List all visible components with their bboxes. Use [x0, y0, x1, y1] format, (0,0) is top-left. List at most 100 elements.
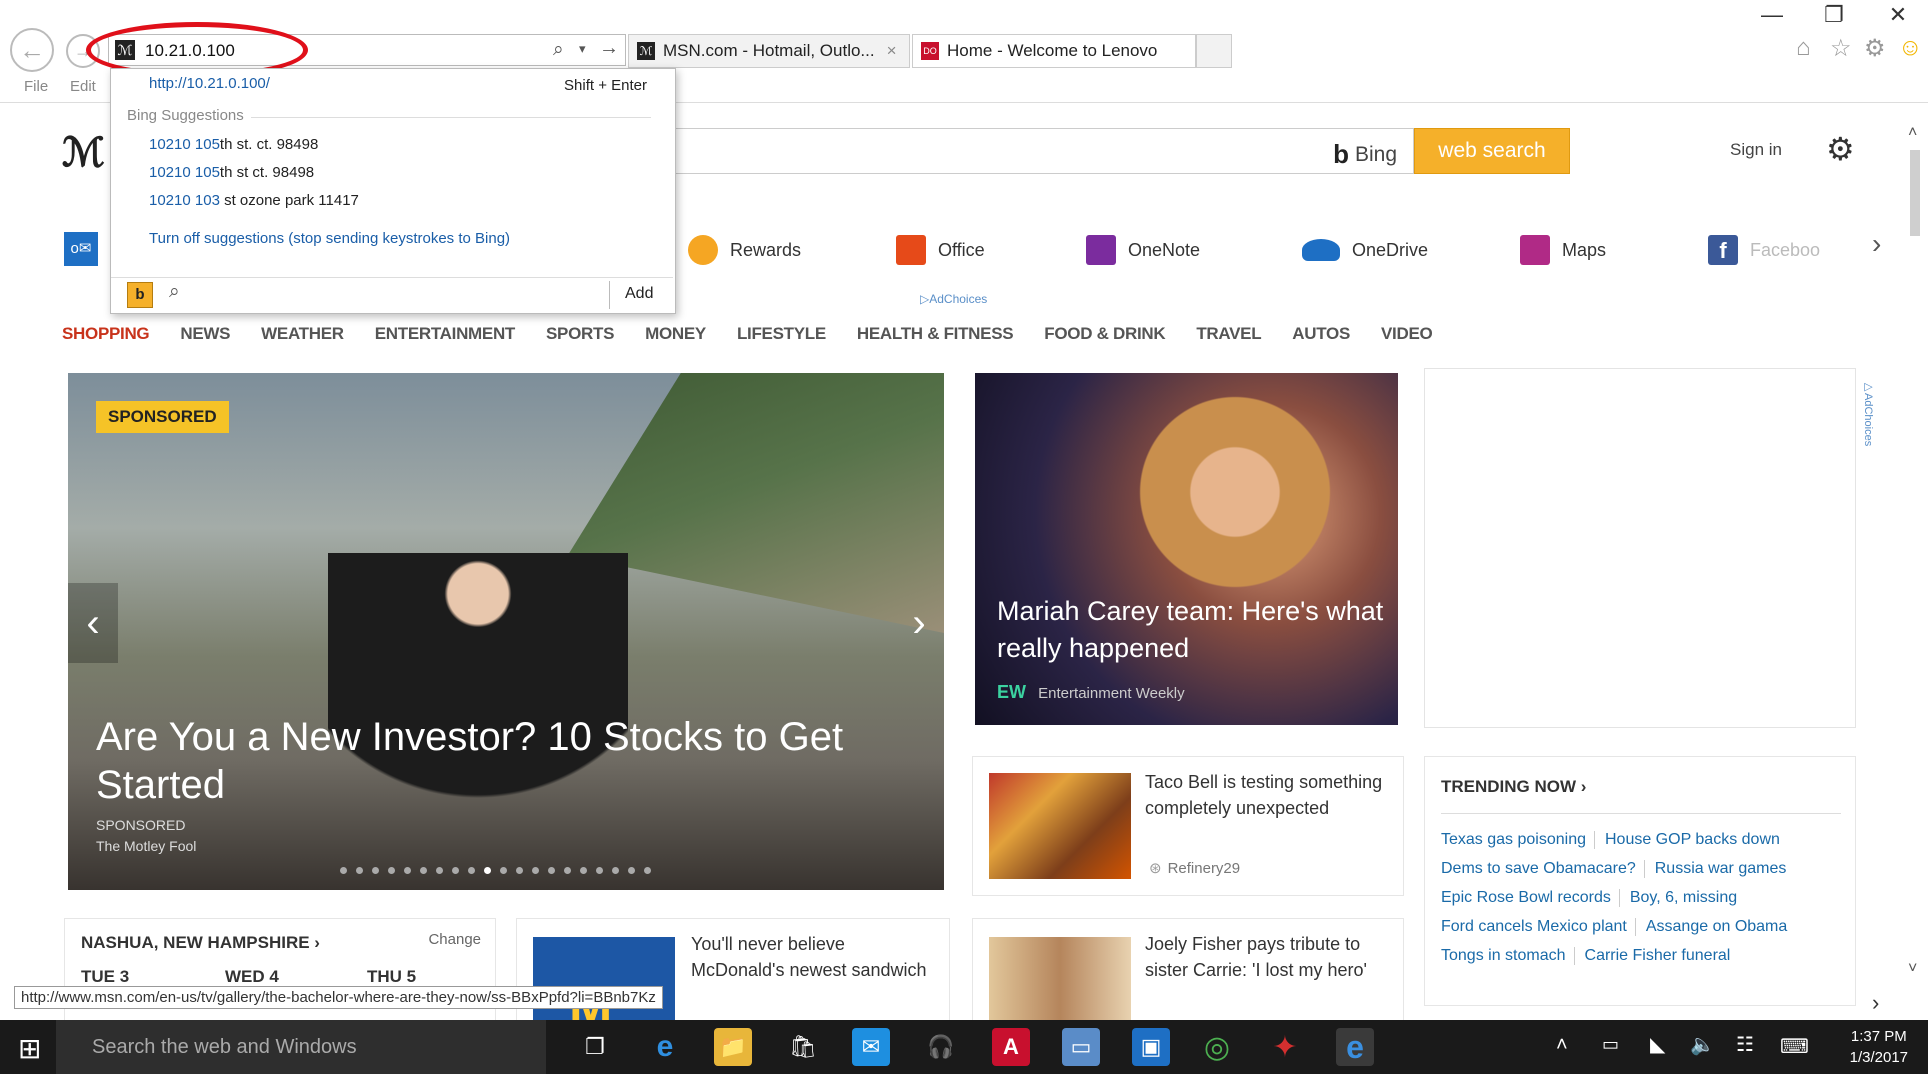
action-center-icon[interactable]: ☷: [1736, 1032, 1754, 1057]
slide-dot[interactable]: [628, 867, 635, 874]
trending-link[interactable]: Texas gas poisoning: [1441, 831, 1586, 849]
scroll-down-icon[interactable]: ˅: [1908, 960, 1917, 978]
trending-link[interactable]: Ford cancels Mexico plant: [1441, 918, 1627, 936]
red-star-app-icon[interactable]: ✦: [1266, 1028, 1304, 1066]
msn-logo-icon[interactable]: ℳ: [62, 130, 105, 176]
slide-dot[interactable]: [420, 867, 427, 874]
remote-desktop-icon[interactable]: ▭: [1062, 1028, 1100, 1066]
slide-dot[interactable]: [340, 867, 347, 874]
trending-link[interactable]: Boy, 6, missing: [1618, 888, 1737, 907]
news-card-headline[interactable]: Joely Fisher pays tribute to sister Carr…: [1145, 931, 1385, 983]
taskbar-clock[interactable]: 1:37 PM 1/3/2017: [1850, 1026, 1908, 1068]
sign-in-link[interactable]: Sign in: [1730, 140, 1782, 160]
feature-headline[interactable]: Mariah Carey team: Here's what really ha…: [997, 593, 1387, 667]
go-arrow-icon[interactable]: →: [599, 37, 619, 60]
hero-headline[interactable]: Are You a New Investor? 10 Stocks to Get…: [96, 713, 856, 809]
settings-gear-icon[interactable]: ⚙: [1864, 34, 1886, 63]
slide-dot[interactable]: [644, 867, 651, 874]
tab-close-icon[interactable]: ×: [887, 41, 897, 61]
scroll-right-icon[interactable]: ›: [1872, 990, 1879, 1016]
category-health-fitness[interactable]: HEALTH & FITNESS: [857, 324, 1014, 350]
restore-button[interactable]: ❐: [1814, 2, 1854, 28]
hero-slideshow[interactable]: SPONSORED ‹ › Are You a New Investor? 10…: [68, 373, 944, 890]
volume-icon[interactable]: 🔈: [1690, 1032, 1715, 1057]
hero-prev-arrow-icon[interactable]: ‹: [68, 583, 118, 663]
hero-next-arrow-icon[interactable]: ›: [894, 583, 944, 663]
tray-chevron-icon[interactable]: ˄: [1556, 1034, 1568, 1057]
dropdown-arrow-icon[interactable]: ▾: [579, 41, 586, 57]
file-explorer-icon[interactable]: 📁: [714, 1028, 752, 1066]
slide-dot[interactable]: [468, 867, 475, 874]
favorites-star-icon[interactable]: ☆: [1830, 34, 1852, 63]
quicklink-onedrive[interactable]: OneDrive: [1302, 232, 1428, 268]
quicklink-rewards[interactable]: Rewards: [688, 232, 801, 268]
tab-msn[interactable]: ℳ MSN.com - Hotmail, Outlo... ×: [628, 34, 910, 68]
slide-dot[interactable]: [500, 867, 507, 874]
news-card[interactable]: M You'll never believe McDonald's newest…: [516, 918, 950, 1047]
category-autos[interactable]: AUTOS: [1292, 324, 1350, 350]
slide-dot[interactable]: [388, 867, 395, 874]
headphones-icon[interactable]: 🎧: [922, 1028, 960, 1066]
edge-icon[interactable]: e: [646, 1028, 684, 1066]
news-card[interactable]: Joely Fisher pays tribute to sister Carr…: [972, 918, 1404, 1047]
taskbar-search-box[interactable]: Search the web and Windows: [56, 1020, 546, 1074]
adchoices-vertical[interactable]: ▷AdChoices: [1862, 380, 1875, 446]
tab-lenovo[interactable]: DO Home - Welcome to Lenovo: [912, 34, 1196, 68]
slide-dot[interactable]: [548, 867, 555, 874]
trending-link[interactable]: Dems to save Obamacare?: [1441, 860, 1636, 878]
internet-explorer-icon[interactable]: e: [1336, 1028, 1374, 1066]
task-view-icon[interactable]: ❐: [576, 1028, 614, 1066]
slide-dot[interactable]: [484, 867, 491, 874]
category-entertainment[interactable]: ENTERTAINMENT: [375, 324, 516, 350]
adobe-icon[interactable]: A: [992, 1028, 1030, 1066]
url-suggestion[interactable]: http://10.21.0.100/: [149, 75, 270, 92]
trending-link[interactable]: Carrie Fisher funeral: [1573, 946, 1730, 965]
category-news[interactable]: NEWS: [180, 324, 230, 350]
bing-provider-icon[interactable]: b: [127, 282, 153, 308]
quicklink-maps[interactable]: Maps: [1520, 232, 1606, 268]
trending-link[interactable]: House GOP backs down: [1593, 830, 1780, 849]
slide-dot[interactable]: [564, 867, 571, 874]
trending-link[interactable]: Assange on Obama: [1634, 917, 1787, 936]
keyboard-icon[interactable]: ⌨: [1780, 1034, 1809, 1059]
battery-icon[interactable]: ▭: [1602, 1034, 1619, 1055]
slide-dot[interactable]: [596, 867, 603, 874]
news-card[interactable]: Taco Bell is testing something completel…: [972, 756, 1404, 896]
bing-suggestion[interactable]: 10210 103 st ozone park 11417: [149, 192, 359, 209]
menu-file[interactable]: File: [24, 78, 48, 95]
chrome-icon[interactable]: ◎: [1198, 1028, 1236, 1066]
search-icon[interactable]: ⌕: [553, 39, 564, 61]
slide-dot[interactable]: [612, 867, 619, 874]
back-button[interactable]: ←: [10, 28, 54, 72]
slide-dot[interactable]: [532, 867, 539, 874]
slide-dot[interactable]: [404, 867, 411, 874]
bing-suggestion[interactable]: 10210 105th st. ct. 98498: [149, 136, 318, 153]
bing-suggestion[interactable]: 10210 105th st ct. 98498: [149, 164, 314, 181]
home-icon[interactable]: ⌂: [1796, 34, 1811, 62]
slide-dot[interactable]: [372, 867, 379, 874]
slide-dot[interactable]: [516, 867, 523, 874]
search-provider-icon[interactable]: ⌕: [169, 281, 180, 303]
windows-start-icon[interactable]: ⊞: [18, 1032, 41, 1065]
quicklink-facebook[interactable]: f Faceboo: [1708, 232, 1820, 268]
trending-title[interactable]: TRENDING NOW ›: [1441, 777, 1586, 797]
slide-dot[interactable]: [452, 867, 459, 874]
news-card-headline[interactable]: Taco Bell is testing something completel…: [1145, 769, 1385, 821]
category-sports[interactable]: SPORTS: [546, 324, 614, 350]
page-settings-gear-icon[interactable]: ⚙: [1826, 130, 1855, 168]
add-provider-button[interactable]: Add: [625, 285, 653, 303]
category-food-drink[interactable]: FOOD & DRINK: [1044, 324, 1165, 350]
scrollbar-thumb[interactable]: [1910, 150, 1920, 236]
feature-story[interactable]: Mariah Carey team: Here's what really ha…: [975, 373, 1398, 725]
wifi-icon[interactable]: ◣: [1650, 1032, 1665, 1057]
slide-indicator[interactable]: [340, 861, 660, 879]
category-shopping[interactable]: SHOPPING: [62, 324, 150, 350]
weather-location[interactable]: NASHUA, NEW HAMPSHIRE ›: [81, 933, 320, 953]
category-weather[interactable]: WEATHER: [261, 324, 344, 350]
category-money[interactable]: MONEY: [645, 324, 706, 350]
quicklink-office[interactable]: Office: [896, 232, 985, 268]
smiley-feedback-icon[interactable]: ☺: [1898, 34, 1923, 62]
mail-icon[interactable]: ✉: [852, 1028, 890, 1066]
app-window-icon[interactable]: ▣: [1132, 1028, 1170, 1066]
category-lifestyle[interactable]: LIFESTYLE: [737, 324, 826, 350]
